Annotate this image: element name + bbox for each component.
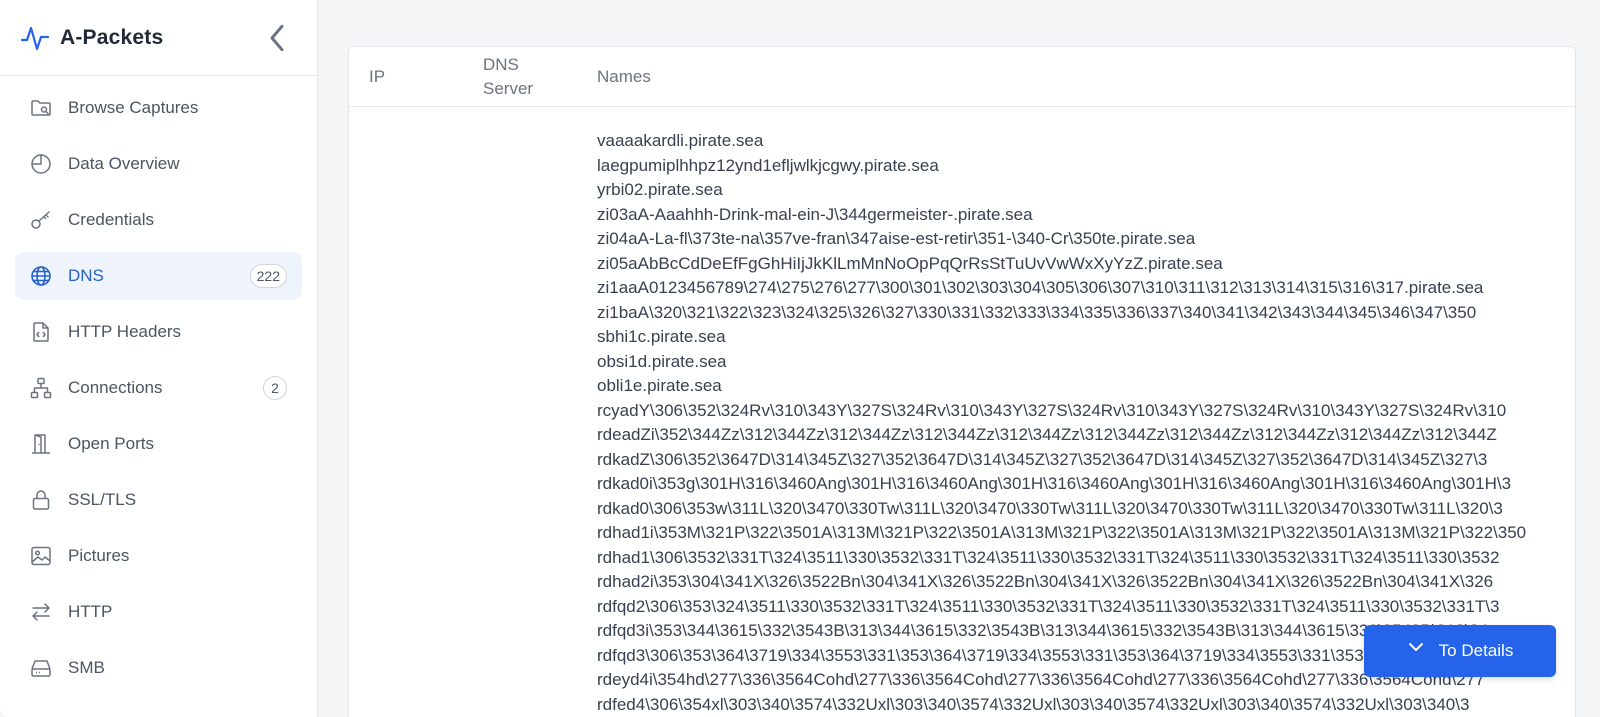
- sidebar-item-connections[interactable]: Connections 2: [15, 364, 302, 412]
- sidebar-item-open-ports[interactable]: Open Ports: [15, 420, 302, 468]
- sidebar-item-label: Connections: [68, 378, 163, 397]
- to-details-label: To Details: [1438, 641, 1514, 660]
- column-header-dns-server[interactable]: DNS Server: [483, 53, 553, 101]
- sidebar-item-credentials[interactable]: Credentials: [15, 196, 302, 244]
- dns-name-entry: rdkadZ\306\352\3647D\314\345Z\327\352\36…: [597, 449, 1488, 469]
- sidebar-item-label: Pictures: [68, 546, 130, 565]
- sidebar-item-dns[interactable]: DNS 222: [15, 252, 302, 300]
- dns-name-entry: rdfqd2\306\353\324\3511\330\3532\331T\32…: [597, 596, 1500, 616]
- file-code-icon: [28, 319, 54, 345]
- dns-name-entry: rdfed4\306\354xl\303\340\3574\332Uxl\303…: [597, 694, 1470, 714]
- sidebar-item-ssl-tls[interactable]: SSL/TLS: [15, 476, 302, 524]
- dns-name-entry: rdkad0\306\353w\311L\320\3470\330Tw\311L…: [597, 498, 1503, 518]
- chevron-left-icon: [270, 24, 284, 52]
- dns-name-entry: yrbi02.pirate.sea: [597, 180, 723, 199]
- chevron-down-icon: [1408, 643, 1423, 651]
- sidebar-nav: Browse Captures Data Overview Credential…: [0, 76, 317, 692]
- dns-table: IP DNS Server Names vaaaakardli.pirate.s…: [348, 46, 1576, 717]
- sidebar-item-label: Open Ports: [68, 434, 154, 453]
- sidebar-item-label: Credentials: [68, 210, 154, 229]
- network-icon: [28, 375, 54, 401]
- sidebar-item-label: Data Overview: [68, 154, 180, 173]
- collapse-sidebar-button[interactable]: [267, 24, 287, 52]
- dns-name-entry: rcyadY\306\352\324Rv\310\343Y\327S\324Rv…: [597, 400, 1507, 420]
- sidebar-item-label: Browse Captures: [68, 98, 199, 117]
- sidebar-item-http-headers[interactable]: HTTP Headers: [15, 308, 302, 356]
- sidebar: A-Packets Browse Captures Data Overview …: [0, 0, 318, 717]
- app-title: A-Packets: [60, 25, 164, 49]
- door-icon: [28, 431, 54, 457]
- dns-name-entry: rdeadZi\352\344Zz\312\344Zz\312\344Zz\31…: [597, 425, 1497, 444]
- to-details-button[interactable]: To Details: [1364, 625, 1556, 677]
- dns-name-entry: zi1baA\320\321\322\323\324\325\326\327\3…: [597, 302, 1477, 322]
- sidebar-item-label: HTTP: [68, 602, 113, 621]
- dns-name-entry: laegpumiplhhpz12ynd1efljwlkjcgwy.pirate.…: [597, 155, 939, 175]
- arrows-exchange-icon: [28, 599, 54, 625]
- dns-name-entry: rdhad2i\353\304\341X\326\3522Bn\304\341X…: [597, 572, 1494, 591]
- dns-name-entry: rdkad0i\353g\301H\316\3460Ang\301H\316\3…: [597, 474, 1512, 493]
- dns-name-entry: rdhad1\306\3532\331T\324\3511\330\3532\3…: [597, 547, 1500, 567]
- dns-name-entry: rdhad1i\353M\321P\322\3501A\313M\321P\32…: [597, 523, 1527, 542]
- column-header-names[interactable]: Names: [597, 65, 651, 89]
- table-header: IP DNS Server Names: [349, 47, 1575, 107]
- count-badge: 2: [263, 376, 287, 400]
- activity-logo-icon: [20, 26, 50, 50]
- sidebar-item-label: SMB: [68, 658, 105, 677]
- globe-icon: [28, 263, 54, 289]
- sidebar-item-http[interactable]: HTTP: [15, 588, 302, 636]
- lock-icon: [28, 487, 54, 513]
- sidebar-item-label: SSL/TLS: [68, 490, 137, 509]
- hard-drive-icon: [28, 655, 54, 681]
- sidebar-header: A-Packets: [0, 0, 317, 76]
- column-header-ip[interactable]: IP: [369, 65, 385, 89]
- dns-name-entry: obsi1d.pirate.sea: [597, 351, 727, 371]
- sidebar-item-data-overview[interactable]: Data Overview: [15, 140, 302, 188]
- key-icon: [28, 207, 54, 233]
- dns-name-entry: zi03aA-Aaahhh-Drink-mal-ein-J\344germeis…: [597, 204, 1033, 224]
- pie-chart-icon: [28, 151, 54, 177]
- dns-name-entry: zi1aaA0123456789\274\275\276\277\300\301…: [597, 278, 1484, 297]
- count-badge: 222: [249, 264, 287, 288]
- image-icon: [28, 543, 54, 569]
- sidebar-item-pictures[interactable]: Pictures: [15, 532, 302, 580]
- dns-name-entry: vaaaakardli.pirate.sea: [597, 131, 764, 150]
- dns-name-entry: zi04aA-La-fl\373te-na\357ve-fran\347aise…: [597, 229, 1196, 248]
- dns-name-entry: sbhi1c.pirate.sea: [597, 327, 726, 346]
- dns-name-entry: zi05aAbBcCdDeEfFgGhHiIjJkKlLmMnNoOpPqQrR…: [597, 253, 1223, 273]
- folder-search-icon: [28, 95, 54, 121]
- sidebar-item-browse-captures[interactable]: Browse Captures: [15, 84, 302, 132]
- dns-name-entry: obli1e.pirate.sea: [597, 376, 722, 395]
- sidebar-item-label: HTTP Headers: [68, 322, 182, 341]
- sidebar-item-smb[interactable]: SMB: [15, 644, 302, 692]
- sidebar-item-label: DNS: [68, 266, 104, 285]
